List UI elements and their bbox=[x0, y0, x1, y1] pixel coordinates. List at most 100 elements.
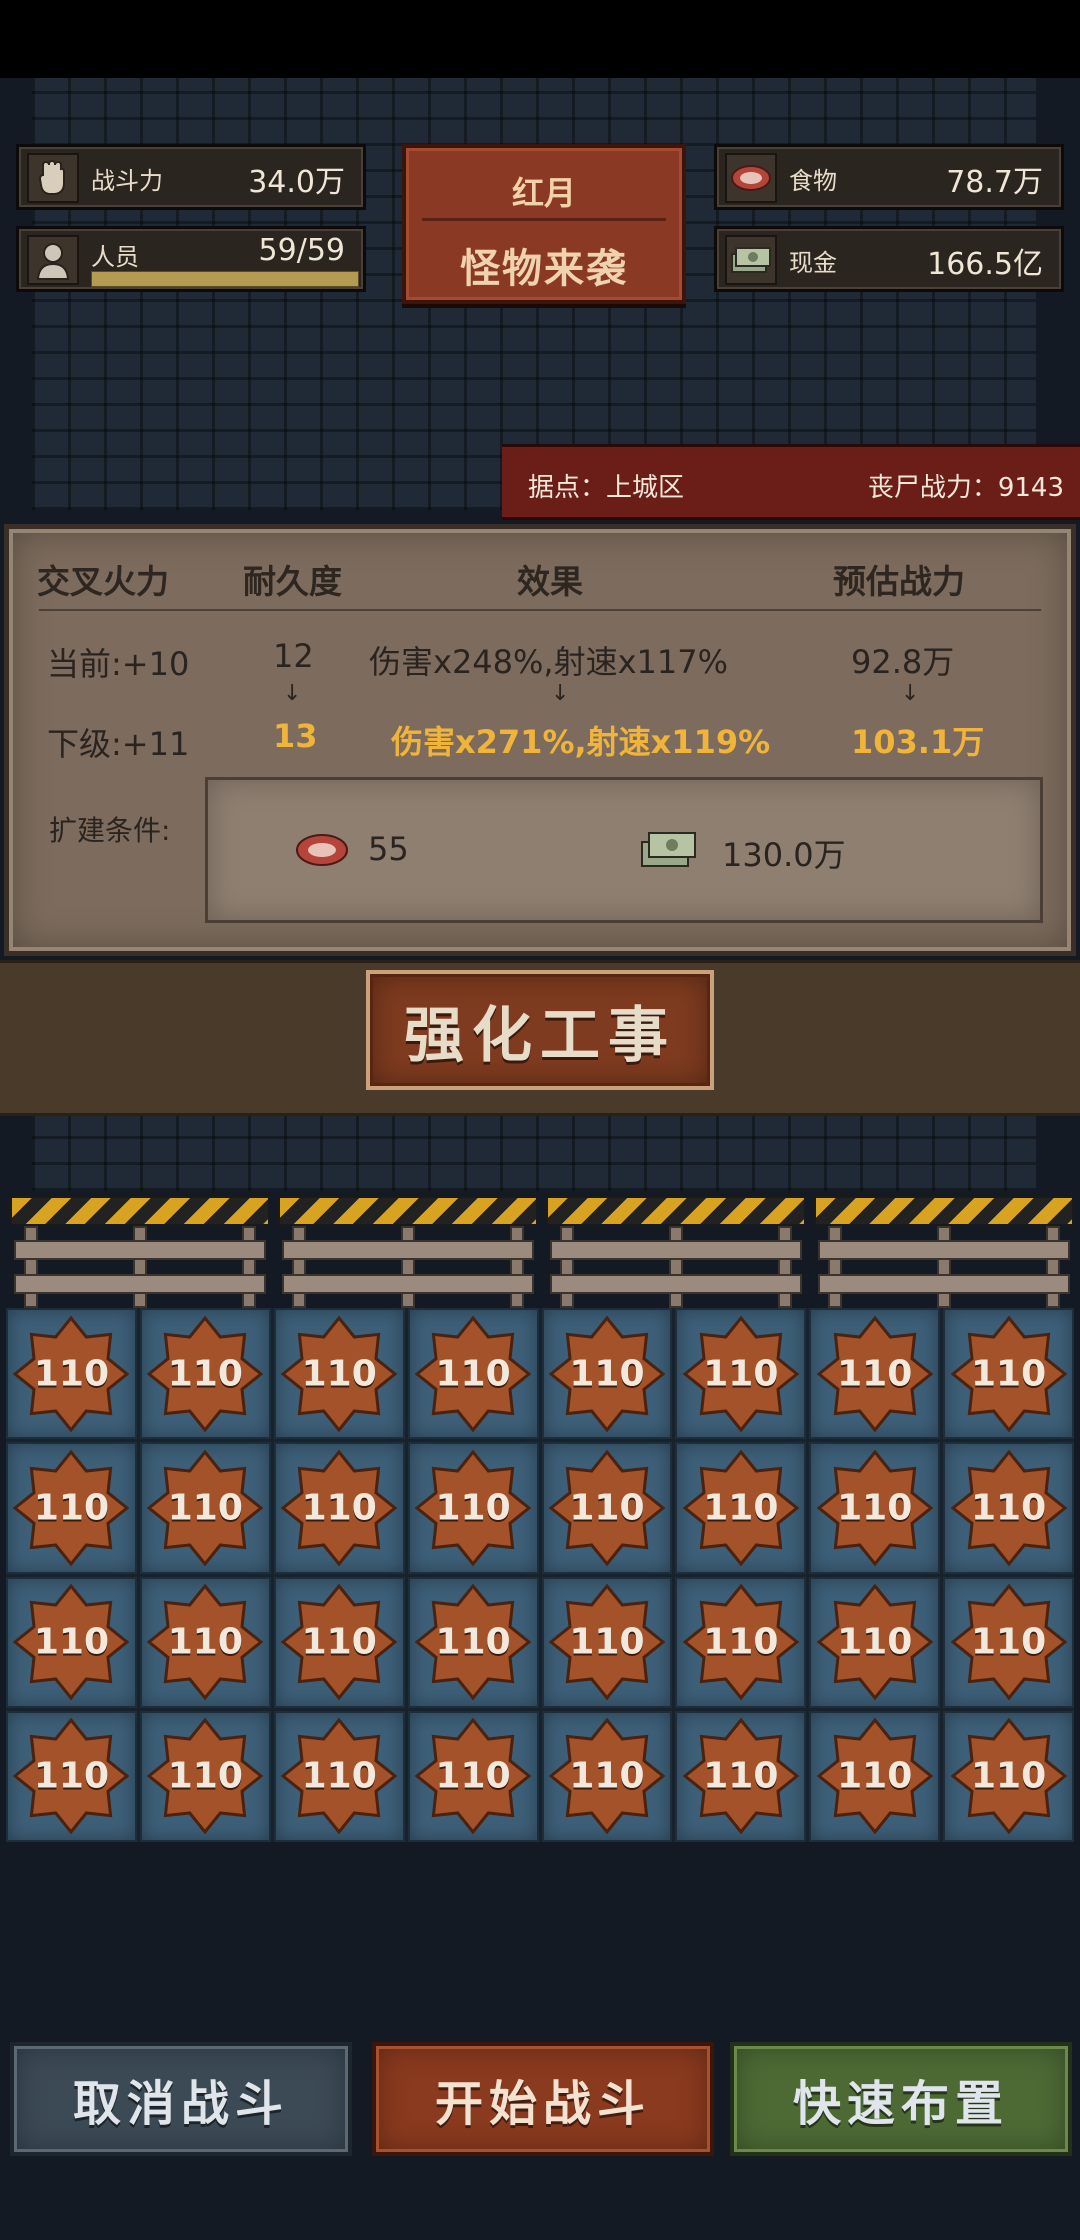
grid-tile[interactable]: 110 bbox=[675, 1576, 807, 1708]
event-subtitle: 怪物来袭 bbox=[460, 246, 628, 292]
tile-value: 110 bbox=[167, 1755, 243, 1797]
grid-tile[interactable]: 110 bbox=[541, 1308, 673, 1440]
event-divider bbox=[422, 218, 666, 221]
grid-tile[interactable]: 110 bbox=[6, 1442, 137, 1574]
grid-tile[interactable]: 110 bbox=[139, 1442, 271, 1574]
barricade-leg bbox=[669, 1226, 683, 1308]
grid-tile[interactable]: 110 bbox=[6, 1576, 137, 1708]
tile-value: 110 bbox=[837, 1755, 913, 1797]
hazard-stripe bbox=[546, 1196, 806, 1226]
grid-tile[interactable]: 110 bbox=[139, 1308, 271, 1440]
person-icon bbox=[27, 235, 79, 285]
requirement-box: 55 130.0万 bbox=[205, 777, 1043, 923]
cancel-battle-button[interactable]: 取消战斗 bbox=[10, 2042, 352, 2156]
grid-tile[interactable]: 110 bbox=[809, 1442, 941, 1574]
grid-tile[interactable]: 110 bbox=[6, 1710, 137, 1842]
food-value: 78.7万 bbox=[946, 165, 1043, 200]
grid-tile[interactable]: 110 bbox=[943, 1710, 1074, 1842]
grid-tile[interactable]: 110 bbox=[675, 1710, 807, 1842]
header-estimate: 预估战力 bbox=[833, 562, 965, 601]
tile-value: 110 bbox=[970, 1487, 1047, 1529]
grid-tile[interactable]: 110 bbox=[809, 1576, 941, 1708]
grid-tile[interactable]: 110 bbox=[943, 1576, 1074, 1708]
tile-value: 110 bbox=[301, 1487, 377, 1529]
next-durability: 13 bbox=[273, 717, 318, 755]
grid-tile[interactable]: 110 bbox=[407, 1576, 539, 1708]
fortification-panel: 交叉火力 耐久度 效果 预估战力 当前:+10 12 伤害x248%,射速x11… bbox=[4, 524, 1076, 956]
barricade-plank bbox=[550, 1274, 802, 1294]
tile-value: 110 bbox=[837, 1621, 913, 1663]
tile-value: 110 bbox=[837, 1353, 913, 1395]
header-effect: 效果 bbox=[517, 562, 583, 601]
reinforce-fortification-button[interactable]: 强化工事 bbox=[366, 970, 714, 1090]
tile-value: 110 bbox=[167, 1487, 243, 1529]
grid-tile[interactable]: 110 bbox=[407, 1442, 539, 1574]
grid-tile[interactable]: 110 bbox=[139, 1576, 271, 1708]
arrow-durability: ↓ bbox=[283, 681, 302, 706]
start-battle-button[interactable]: 开始战斗 bbox=[372, 2042, 714, 2156]
grid-tile[interactable]: 110 bbox=[407, 1308, 539, 1440]
barricade-plank bbox=[14, 1274, 266, 1294]
arrow-estimate: ↓ bbox=[901, 681, 920, 706]
header-durability: 耐久度 bbox=[243, 562, 342, 601]
food-label: 食物 bbox=[789, 167, 837, 195]
requirement-label: 扩建条件: bbox=[49, 814, 171, 847]
grid-tile[interactable]: 110 bbox=[541, 1442, 673, 1574]
barricade-plank bbox=[14, 1240, 266, 1260]
current-estimate: 92.8万 bbox=[851, 643, 955, 681]
grid-tile[interactable]: 110 bbox=[809, 1710, 941, 1842]
tile-value: 110 bbox=[301, 1353, 377, 1395]
barricade-leg bbox=[1046, 1226, 1060, 1308]
barricade-plank bbox=[282, 1240, 534, 1260]
tile-value: 110 bbox=[569, 1755, 645, 1797]
tile-value: 110 bbox=[569, 1353, 645, 1395]
grid-tile[interactable]: 110 bbox=[675, 1442, 807, 1574]
tile-value: 110 bbox=[569, 1487, 645, 1529]
current-durability: 12 bbox=[273, 637, 314, 675]
barricade-plank bbox=[818, 1274, 1070, 1294]
grid-tile[interactable]: 110 bbox=[273, 1442, 405, 1574]
food-stat: 食物 78.7万 bbox=[714, 144, 1064, 210]
requirement-cash: 130.0万 bbox=[722, 836, 846, 874]
hazard-stripe bbox=[814, 1196, 1074, 1226]
barricade-leg bbox=[401, 1226, 415, 1308]
grid-tile[interactable]: 110 bbox=[273, 1576, 405, 1708]
hazard-stripe bbox=[278, 1196, 538, 1226]
tile-value: 110 bbox=[435, 1621, 511, 1663]
grid-tile[interactable]: 110 bbox=[541, 1576, 673, 1708]
current-level: 当前:+10 bbox=[47, 645, 190, 683]
barricade-leg bbox=[510, 1226, 524, 1308]
grid-tile[interactable]: 110 bbox=[943, 1442, 1074, 1574]
current-effect: 伤害x248%,射速x117% bbox=[369, 643, 729, 681]
grid-tile[interactable]: 110 bbox=[6, 1308, 137, 1440]
grid-tile[interactable]: 110 bbox=[139, 1710, 271, 1842]
grid-tile[interactable]: 110 bbox=[273, 1308, 405, 1440]
grid-tile[interactable]: 110 bbox=[943, 1308, 1074, 1440]
next-level: 下级:+11 bbox=[47, 725, 190, 763]
zombie-power: 丧尸战力：9143 bbox=[867, 473, 1064, 503]
barricade bbox=[10, 1196, 270, 1308]
barricade-leg bbox=[133, 1226, 147, 1308]
next-effect: 伤害x271%,射速x119% bbox=[391, 723, 771, 761]
barricade-leg bbox=[242, 1226, 256, 1308]
grid-tile[interactable]: 110 bbox=[809, 1308, 941, 1440]
tile-value: 110 bbox=[970, 1353, 1047, 1395]
grid-tile[interactable]: 110 bbox=[675, 1308, 807, 1440]
tile-value: 110 bbox=[569, 1621, 645, 1663]
barricade-leg bbox=[24, 1226, 38, 1308]
meat-icon bbox=[725, 153, 777, 203]
grid-tile[interactable]: 110 bbox=[407, 1710, 539, 1842]
cash-label: 现金 bbox=[789, 249, 837, 277]
red-moon-event-badge[interactable]: 红月 怪物来袭 bbox=[402, 144, 686, 304]
fist-icon bbox=[27, 153, 79, 203]
grid-tile[interactable]: 110 bbox=[541, 1710, 673, 1842]
personnel-progress-bar bbox=[91, 271, 359, 287]
grid-tile[interactable]: 110 bbox=[273, 1710, 405, 1842]
event-title: 红月 bbox=[511, 174, 576, 212]
quick-deploy-button[interactable]: 快速布置 bbox=[730, 2042, 1072, 2156]
combat-power-label: 战斗力 bbox=[91, 167, 163, 195]
barricade bbox=[546, 1196, 806, 1308]
personnel-stat: 人员 59/59 bbox=[16, 226, 366, 292]
tile-value: 110 bbox=[703, 1755, 779, 1797]
tile-value: 110 bbox=[703, 1621, 779, 1663]
